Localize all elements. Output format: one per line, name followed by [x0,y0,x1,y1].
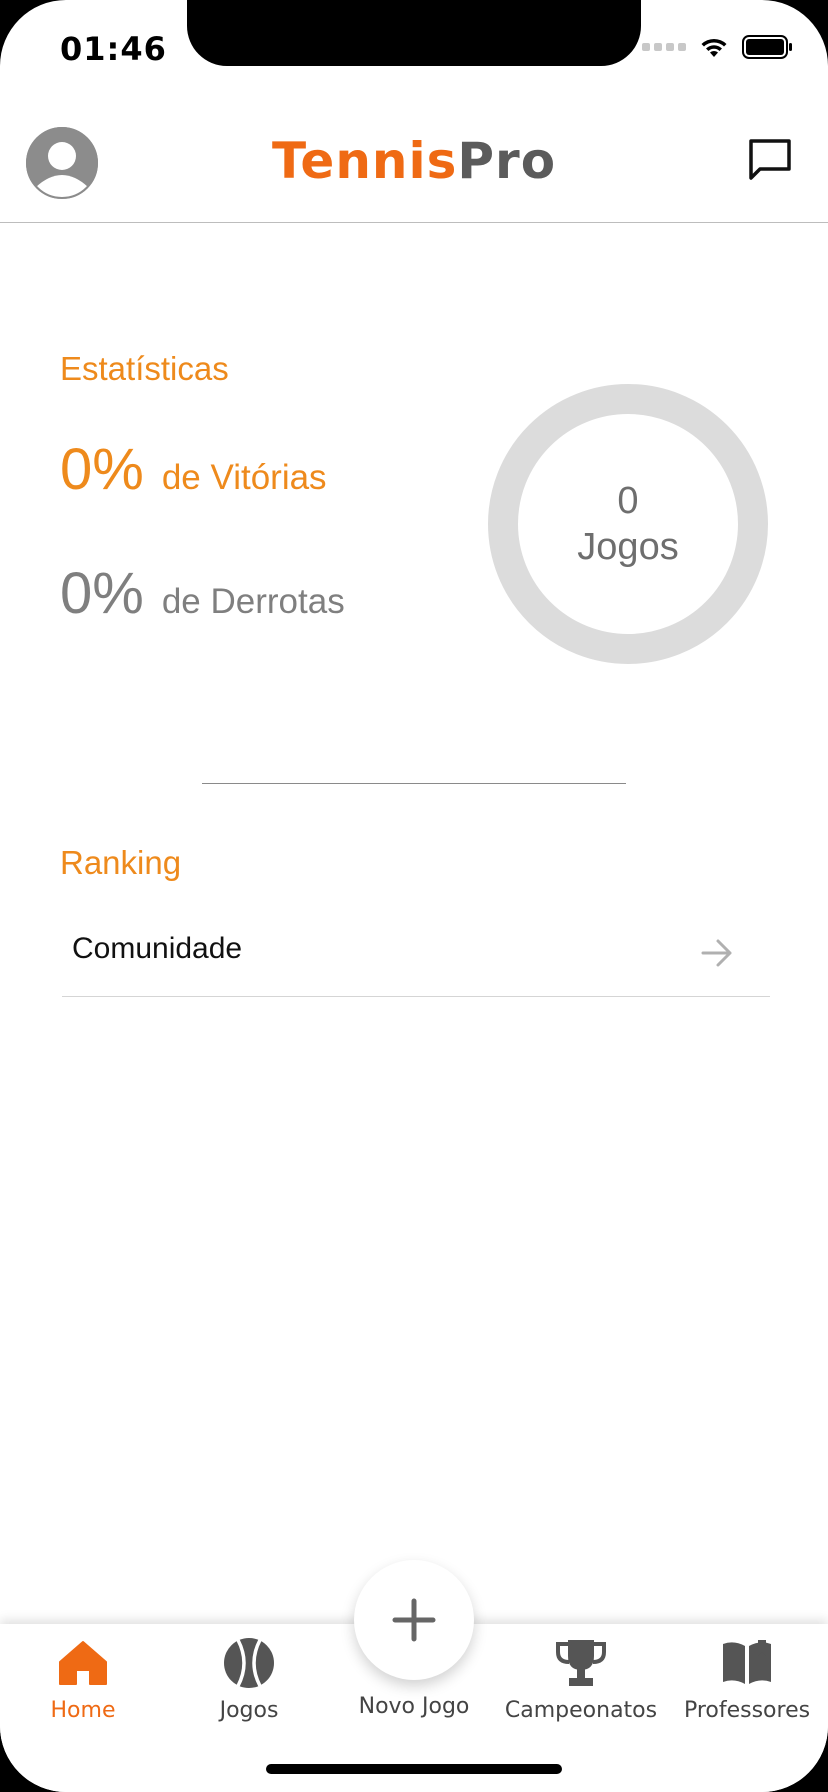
tab-jogos-label: Jogos [219,1698,279,1723]
status-time: 01:46 [60,30,167,68]
tab-campeonatos[interactable]: Campeonatos [498,1624,664,1734]
cellular-signal-icon [642,43,686,51]
chat-bubble-icon [749,139,791,180]
games-count: 0 [617,480,639,522]
wins-label: de Vitórias [161,458,327,497]
device-notch [187,0,641,66]
wins-stat: 0% de Vitórias [60,436,327,503]
losses-percent: 0% [60,561,144,626]
losses-label: de Derrotas [161,582,345,621]
tab-home-label: Home [50,1698,116,1723]
trophy-icon [556,1640,606,1686]
ranking-item-comunidade[interactable]: Comunidade [62,912,770,997]
losses-stat: 0% de Derrotas [60,560,345,627]
home-indicator [266,1764,562,1774]
wifi-icon [701,38,727,57]
chat-button[interactable] [746,136,794,184]
tab-professores[interactable]: Professores [664,1624,828,1734]
arrow-right-icon [701,939,732,967]
ranking-title: Ranking [60,844,182,881]
new-game-button[interactable] [354,1560,474,1680]
tennis-ball-icon [224,1638,274,1688]
ranking-item-label: Comunidade [72,932,243,965]
games-label: Jogos [577,526,679,568]
tab-home[interactable]: Home [0,1624,166,1734]
new-game-label: Novo Jogo [358,1694,470,1719]
status-icons [642,34,794,60]
logo-text-pro: Pro [457,132,557,190]
book-icon [723,1640,771,1684]
battery-icon [742,35,792,59]
plus-icon [392,1598,436,1642]
home-icon [59,1641,107,1685]
tab-jogos[interactable]: Jogos [166,1624,332,1734]
section-divider [202,783,626,784]
tab-professores-label: Professores [683,1698,811,1723]
app-header: TennisPro [0,100,828,223]
games-ring-chart: 0 Jogos [488,384,768,664]
app-screen: 01:46 TennisPro Estatísticas 0% de Vitór… [0,0,828,1792]
wins-percent: 0% [60,437,144,502]
tab-campeonatos-label: Campeonatos [504,1698,658,1723]
app-logo: TennisPro [0,132,828,190]
statistics-title: Estatísticas [60,350,229,387]
logo-text-tennis: Tennis [271,132,458,190]
